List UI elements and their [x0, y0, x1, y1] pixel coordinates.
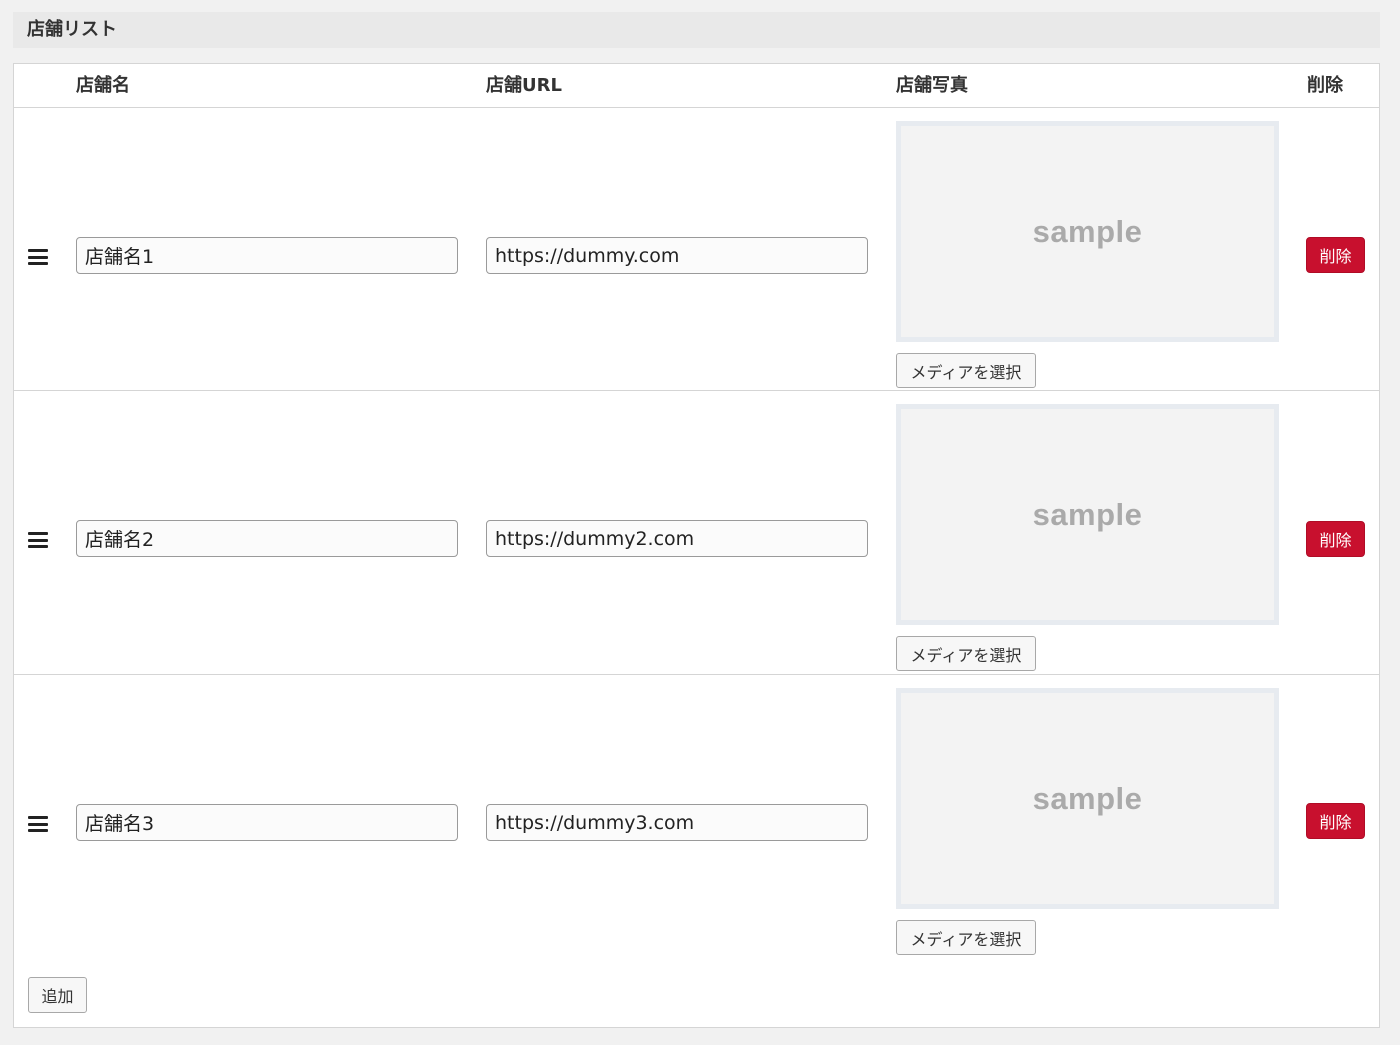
select-media-button[interactable]: メディアを選択: [896, 920, 1036, 955]
shop-photo-preview: sample: [896, 404, 1279, 625]
column-header-name: 店舗名: [76, 75, 130, 96]
column-header-url: 店舗URL: [486, 75, 562, 96]
shop-url-input[interactable]: [486, 520, 868, 557]
table-row: sample メディアを選択 削除 追加: [14, 675, 1379, 1027]
section-title: 店舗リスト: [13, 12, 1380, 48]
delete-row-button[interactable]: 削除: [1306, 237, 1365, 273]
column-header-photo: 店舗写真: [896, 75, 968, 96]
shop-list-panel: 店舗名 店舗URL 店舗写真 削除 sample メディアを選択 削除 samp…: [13, 63, 1380, 1028]
table-header: 店舗名 店舗URL 店舗写真 削除: [14, 64, 1379, 108]
table-row: sample メディアを選択 削除: [14, 107, 1379, 391]
drag-handle-icon[interactable]: [28, 532, 48, 548]
drag-handle-icon[interactable]: [28, 816, 48, 832]
add-row-button[interactable]: 追加: [28, 977, 87, 1013]
shop-name-input[interactable]: [76, 804, 458, 841]
drag-handle-icon[interactable]: [28, 249, 48, 265]
photo-placeholder-text: sample: [1032, 780, 1143, 816]
delete-row-button[interactable]: 削除: [1306, 803, 1365, 839]
shop-url-input[interactable]: [486, 237, 868, 274]
shop-name-input[interactable]: [76, 237, 458, 274]
shop-name-input[interactable]: [76, 520, 458, 557]
column-header-delete: 削除: [1307, 75, 1343, 96]
photo-placeholder-text: sample: [1032, 496, 1143, 532]
select-media-button[interactable]: メディアを選択: [896, 636, 1036, 671]
table-row: sample メディアを選択 削除: [14, 391, 1379, 675]
select-media-button[interactable]: メディアを選択: [896, 353, 1036, 388]
delete-row-button[interactable]: 削除: [1306, 521, 1365, 557]
shop-photo-preview: sample: [896, 688, 1279, 909]
shop-photo-preview: sample: [896, 121, 1279, 342]
photo-placeholder-text: sample: [1032, 213, 1143, 249]
shop-url-input[interactable]: [486, 804, 868, 841]
